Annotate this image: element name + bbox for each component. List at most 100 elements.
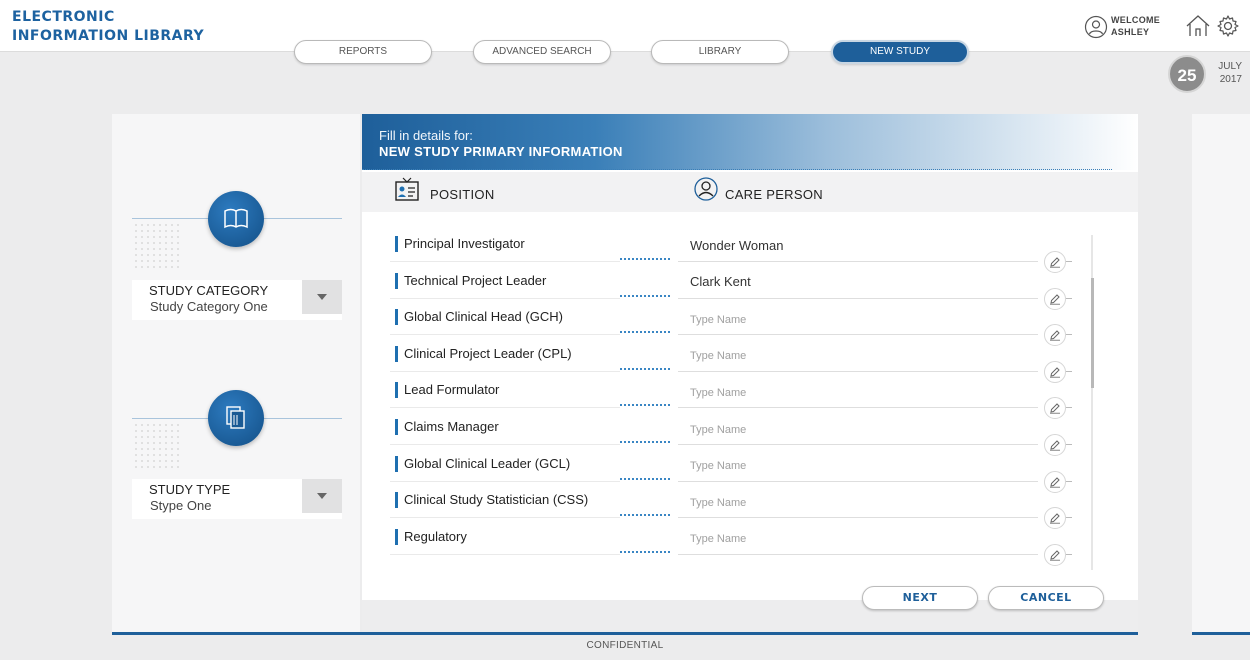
- study-category-select[interactable]: STUDY CATEGORY Study Category One: [132, 280, 342, 320]
- edit-button[interactable]: [1044, 507, 1066, 530]
- pencil-icon: [1050, 293, 1060, 305]
- dotted-connector: [620, 331, 670, 334]
- position-label: Lead Formulator: [404, 382, 500, 398]
- study-type-badge: [208, 390, 264, 446]
- next-button[interactable]: NEXT: [862, 586, 978, 610]
- id-badge-icon: [395, 177, 419, 201]
- input-underline: [678, 261, 1038, 262]
- position-row: Claims Manager: [390, 418, 1080, 456]
- position-row: Global Clinical Head (GCH): [390, 308, 1080, 347]
- tab-library[interactable]: LIBRARY: [651, 40, 789, 64]
- row-tick: [1066, 480, 1072, 482]
- row-divider: [390, 444, 620, 445]
- row-divider: [390, 297, 620, 299]
- row-divider: [390, 517, 620, 519]
- chevron-down-icon[interactable]: [302, 479, 342, 513]
- care-person-input[interactable]: [690, 528, 1030, 547]
- dotted-connector: [620, 477, 670, 480]
- header-divider: [362, 169, 1112, 170]
- row-tick: [1066, 407, 1072, 409]
- input-underline: [678, 480, 1038, 482]
- dotted-connector: [620, 441, 670, 443]
- dotted-connector: [620, 514, 670, 517]
- input-underline: [678, 407, 1038, 409]
- pencil-icon: [1050, 257, 1060, 268]
- care-person-input[interactable]: [690, 419, 1030, 437]
- edit-button[interactable]: [1044, 434, 1066, 456]
- edit-button[interactable]: [1044, 251, 1066, 273]
- tab-new-study[interactable]: NEW STUDY: [831, 40, 969, 64]
- care-person-input[interactable]: [690, 492, 1030, 511]
- column-position: POSITION: [430, 187, 495, 202]
- edit-button[interactable]: [1044, 470, 1066, 493]
- dotted-connector: [620, 550, 670, 553]
- position-row: Clinical Project Leader (CPL): [390, 345, 1080, 383]
- app-title-line2: INFORMATION LIBRARY: [12, 28, 205, 44]
- dotted-connector: [620, 258, 670, 260]
- row-tick: [1066, 334, 1072, 336]
- position-row: Lead Formulator: [390, 381, 1080, 420]
- input-underline: [678, 517, 1038, 519]
- edit-button[interactable]: [1044, 360, 1066, 383]
- dotted-connector: [620, 367, 670, 370]
- study-type-value: Stype One: [150, 498, 212, 513]
- welcome-text: WELCOME ASHLEY: [1111, 14, 1160, 38]
- app-title-line1: ELECTRONIC: [12, 9, 115, 25]
- dot-pattern: [133, 222, 183, 272]
- documents-icon: [226, 406, 245, 429]
- pencil-icon: [1050, 440, 1060, 451]
- edit-button[interactable]: [1044, 397, 1066, 420]
- confidential-label: CONFIDENTIAL: [586, 640, 664, 651]
- app-logo[interactable]: ELECTRONIC INFORMATION LIBRARY: [12, 8, 204, 46]
- study-category-badge: [208, 191, 264, 247]
- scrollbar-thumb[interactable]: [1091, 278, 1094, 388]
- edit-button[interactable]: [1044, 287, 1066, 310]
- user-avatar-icon[interactable]: [1084, 15, 1108, 39]
- care-person-input[interactable]: [690, 382, 1030, 401]
- dotted-connector: [620, 294, 670, 297]
- pencil-icon: [1050, 367, 1060, 378]
- study-category-value: Study Category One: [150, 299, 268, 314]
- row-tick: [1066, 370, 1072, 372]
- edit-button[interactable]: [1044, 543, 1066, 566]
- input-underline: [678, 444, 1038, 445]
- user-name: ASHLEY: [1111, 27, 1150, 37]
- home-icon[interactable]: [1185, 13, 1211, 39]
- position-row: Regulatory: [390, 528, 1080, 566]
- tab-advanced-search[interactable]: ADVANCED SEARCH: [473, 40, 611, 64]
- care-person-input[interactable]: [690, 236, 1030, 254]
- row-divider: [390, 370, 620, 372]
- cancel-button[interactable]: CANCEL: [988, 586, 1104, 610]
- study-type-select[interactable]: STUDY TYPE Stype One: [132, 479, 342, 519]
- gear-icon[interactable]: [1216, 14, 1240, 38]
- row-marker: [395, 382, 398, 399]
- row-marker: [395, 272, 398, 289]
- date-day: 25: [1168, 55, 1206, 93]
- row-marker: [395, 236, 398, 252]
- row-divider: [390, 553, 620, 555]
- person-icon: [694, 177, 718, 201]
- position-label: Claims Manager: [404, 419, 499, 434]
- care-person-input[interactable]: [690, 309, 1030, 328]
- position-label: Global Clinical Head (GCH): [404, 309, 563, 325]
- row-marker: [395, 419, 398, 435]
- care-person-input[interactable]: [690, 345, 1030, 364]
- tab-reports[interactable]: REPORTS: [294, 40, 432, 64]
- row-divider: [390, 261, 620, 262]
- position-row: Principal Investigator: [390, 235, 1080, 273]
- chevron-down-icon[interactable]: [302, 280, 342, 314]
- pencil-icon: [1050, 513, 1060, 524]
- edit-button[interactable]: [1044, 324, 1066, 347]
- input-underline: [678, 297, 1038, 299]
- input-underline: [678, 553, 1038, 555]
- bottom-accent-line: [112, 632, 1138, 635]
- position-label: Principal Investigator: [404, 236, 525, 251]
- care-person-input[interactable]: [690, 272, 1030, 291]
- form-subtitle: Fill in details for:: [379, 128, 473, 143]
- form-title: NEW STUDY PRIMARY INFORMATION: [379, 144, 623, 159]
- pencil-icon: [1050, 476, 1060, 488]
- study-type-label: STUDY TYPE: [149, 482, 231, 497]
- input-underline: [678, 370, 1038, 372]
- book-icon: [224, 208, 248, 229]
- care-person-input[interactable]: [690, 455, 1030, 474]
